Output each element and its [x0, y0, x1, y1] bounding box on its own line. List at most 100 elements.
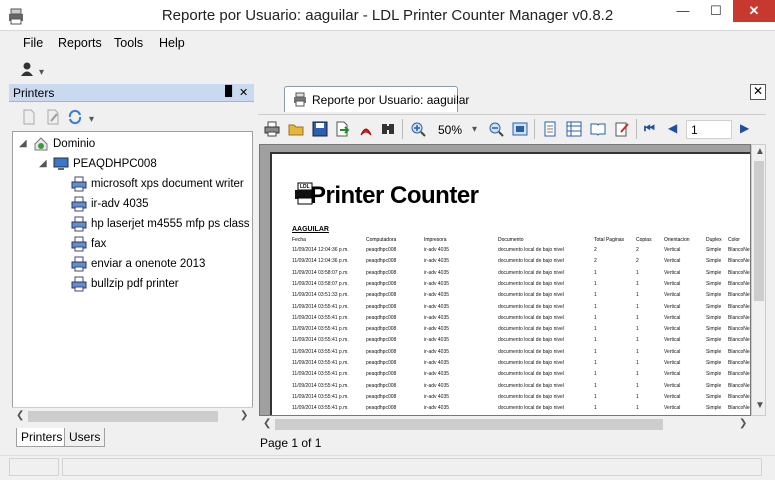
user-icon[interactable] [19, 61, 35, 77]
report-cell: 1 [636, 371, 639, 378]
viewer-vertical-scrollbar[interactable]: ▲ ▼ [751, 144, 766, 416]
report-cell: peaqdhpc008 [366, 405, 397, 412]
report-cell: BlancoNe [728, 337, 750, 344]
report-cell: BlancoNe [728, 382, 750, 389]
page-number-input[interactable]: 1 [686, 120, 732, 139]
report-cell: documento local de bajo nivel [498, 360, 564, 366]
page-status: Page 1 of 1 [260, 436, 322, 450]
tree-label-printer: bullzip pdf printer [91, 278, 179, 290]
report-cell: Simple [706, 247, 722, 253]
chevron-down-icon[interactable]: ▾ [39, 67, 44, 78]
zoom-in-icon[interactable] [410, 121, 426, 137]
report-cell: 1 [636, 382, 639, 389]
print-icon[interactable] [264, 121, 280, 137]
report-cell: peaqdhpc008 [366, 371, 397, 378]
new-document-icon[interactable] [21, 109, 37, 125]
pin-icon[interactable]: █ [225, 86, 232, 97]
report-cell: 2 [594, 247, 597, 253]
chevron-down-icon[interactable]: ▾ [472, 124, 477, 135]
pdf-icon[interactable] [358, 121, 374, 137]
report-tab-label[interactable]: Reporte por Usuario: aaguilar [312, 93, 469, 107]
report-cell: ir-adv 4035 [424, 337, 450, 344]
scroll-up-icon[interactable]: ▲ [755, 146, 765, 157]
report-tab-icon [292, 91, 308, 107]
report-cell: 1 [594, 314, 597, 321]
edit-page-icon[interactable] [614, 121, 630, 137]
next-page-icon[interactable]: ▶ [740, 121, 749, 135]
scroll-left-icon[interactable]: ❮ [263, 418, 271, 429]
report-cell: documento local de bajo nivel [498, 247, 564, 253]
report-cell: Vertical [664, 393, 681, 400]
report-cell: 2 [594, 258, 597, 265]
report-cell: BlancoNe [728, 371, 750, 378]
expand-arrow-icon[interactable]: ◢ [39, 155, 47, 173]
report-cell: Simple [706, 393, 722, 400]
report-page: LDL Printer Counter AAGUILAR Fecha Comput… [270, 152, 750, 415]
report-cell: 1 [594, 337, 597, 344]
menu-file[interactable]: File [23, 36, 43, 50]
computer-icon [53, 156, 69, 172]
tree-label-domain: Dominio [53, 138, 96, 150]
scroll-thumb[interactable] [754, 161, 764, 301]
first-page-icon[interactable]: ⏮ [644, 121, 655, 136]
printer-icon [71, 256, 87, 272]
tab-users[interactable]: Users [64, 428, 106, 447]
single-page-icon[interactable] [542, 121, 558, 137]
report-cell: ir-adv 4035 [424, 360, 450, 366]
save-icon[interactable] [312, 121, 328, 137]
fit-page-icon[interactable] [512, 121, 528, 137]
viewer-horizontal-scrollbar[interactable]: ❮ ❯ [259, 416, 751, 433]
menu-help[interactable]: Help [159, 36, 185, 50]
report-cell: BlancoNe [728, 348, 750, 355]
document-panel: Reporte por Usuario: aaguilar ✕ 50% ▾ ⏮ … [258, 84, 766, 455]
report-cell: 2 [636, 258, 639, 265]
edit-document-icon[interactable] [45, 109, 61, 125]
maximize-button[interactable]: ☐ [700, 0, 732, 22]
report-cell: peaqdhpc008 [366, 314, 397, 321]
report-cell: ir-adv 4035 [424, 292, 450, 299]
close-window-button[interactable]: ✕ [733, 0, 775, 22]
report-cell: Vertical [664, 405, 681, 412]
book-icon[interactable] [590, 121, 606, 137]
menu-reports[interactable]: Reports [58, 36, 102, 50]
report-cell: Vertical [664, 326, 681, 333]
scroll-left-icon[interactable]: ❮ [16, 410, 24, 421]
tab-printers[interactable]: Printers [16, 428, 68, 447]
previous-page-icon[interactable]: ◀ [668, 121, 677, 135]
report-cell: Simple [706, 371, 722, 378]
close-document-button[interactable]: ✕ [750, 84, 766, 100]
scroll-thumb[interactable] [28, 411, 218, 422]
report-cell: ir-adv 4035 [424, 247, 450, 253]
open-folder-icon[interactable] [288, 121, 304, 137]
scroll-right-icon[interactable]: ❯ [240, 410, 248, 421]
chevron-down-icon[interactable]: ▾ [89, 114, 94, 125]
tree-horizontal-scrollbar[interactable]: ❮ ❯ [12, 407, 253, 424]
expand-arrow-icon[interactable]: ◢ [19, 135, 27, 153]
minimize-button[interactable]: — [667, 0, 699, 22]
menu-tools[interactable]: Tools [114, 36, 143, 50]
scroll-thumb[interactable] [275, 419, 663, 430]
report-cell: Simple [706, 326, 722, 333]
report-cell: Simple [706, 280, 722, 287]
scroll-right-icon[interactable]: ❯ [739, 418, 747, 429]
report-viewer[interactable]: LDL Printer Counter AAGUILAR Fecha Comput… [259, 144, 751, 416]
report-cell: Simple [706, 314, 722, 321]
report-cell: documento local de bajo nivel [498, 292, 564, 299]
report-cell: Simple [706, 292, 722, 299]
close-panel-button[interactable]: ✕ [239, 86, 248, 99]
report-cell: Vertical [664, 258, 681, 265]
report-cell: Vertical [664, 348, 681, 355]
report-cell: Simple [706, 337, 722, 344]
report-cell: ir-adv 4035 [424, 314, 450, 321]
zoom-out-icon[interactable] [488, 121, 504, 137]
refresh-icon[interactable] [67, 109, 83, 125]
export-icon[interactable] [334, 121, 350, 137]
report-cell: 11/09/2014 03:51:33 p.m. [292, 292, 349, 299]
report-cell: BlancoNe [728, 393, 750, 400]
report-cell: ir-adv 4035 [424, 258, 450, 265]
find-icon[interactable] [380, 121, 396, 137]
scroll-down-icon[interactable]: ▼ [755, 400, 765, 411]
zoom-select[interactable]: 50% ▾ [434, 120, 482, 139]
multi-page-icon[interactable] [566, 121, 582, 137]
report-cell: ir-adv 4035 [424, 405, 450, 412]
